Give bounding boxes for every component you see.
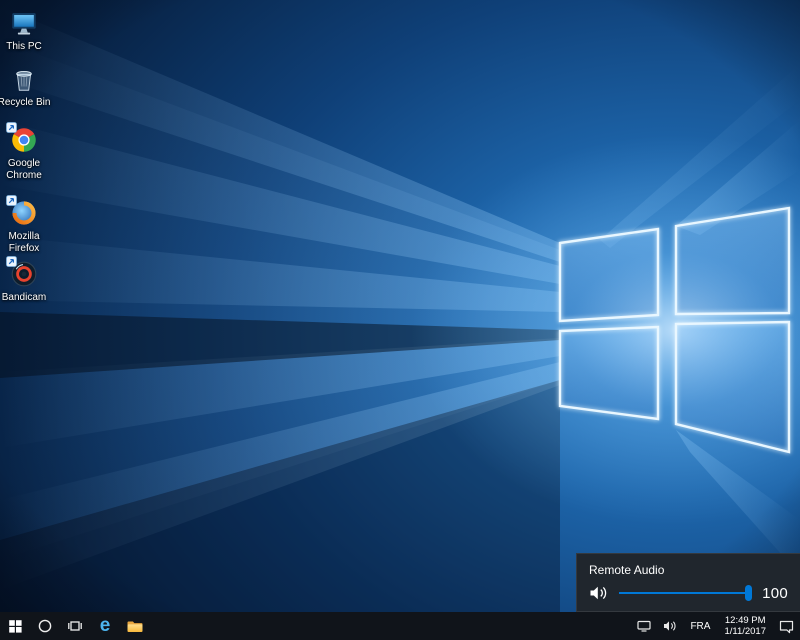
shortcut-arrow-icon <box>6 122 17 133</box>
network-tray-button[interactable] <box>631 612 657 640</box>
recycle-bin-icon <box>9 64 39 94</box>
volume-tray-button[interactable] <box>657 612 683 640</box>
icon-label: Bandicam <box>0 292 51 304</box>
language-indicator[interactable]: FRA <box>683 612 717 640</box>
system-tray: FRA 12:49 PM 1/11/2017 <box>631 612 800 640</box>
desktop-icon-recycle-bin[interactable]: Recycle Bin <box>0 64 51 109</box>
speaker-tray-icon <box>662 619 678 633</box>
icon-label: This PC <box>0 41 51 53</box>
file-explorer-button[interactable] <box>120 612 150 640</box>
mozilla-firefox-icon <box>9 198 39 228</box>
taskbar: e <box>0 612 800 640</box>
slider-track <box>619 592 748 594</box>
icon-label: Mozilla Firefox <box>0 231 51 254</box>
desktop-icon-bandicam[interactable]: Bandicam <box>0 258 51 304</box>
task-view-button[interactable] <box>60 612 90 640</box>
speaker-icon <box>588 583 610 603</box>
volume-value: 100 <box>760 585 788 602</box>
desktop-icon-this-pc[interactable]: This PC <box>0 8 51 53</box>
shortcut-arrow-icon <box>6 195 17 206</box>
clock-time: 12:49 PM <box>724 615 766 626</box>
action-center-icon <box>778 619 795 634</box>
start-button[interactable] <box>0 612 30 640</box>
windows-logo-icon <box>8 619 23 634</box>
task-view-icon <box>67 618 83 634</box>
desktop-icon-mozilla-firefox[interactable]: Mozilla Firefox <box>0 197 51 254</box>
volume-device-name: Remote Audio <box>577 554 800 577</box>
clock-date: 1/11/2017 <box>724 626 766 637</box>
edge-logo-icon: e <box>100 616 111 635</box>
slider-thumb[interactable] <box>745 585 752 601</box>
icon-label: Recycle Bin <box>0 97 51 109</box>
cortana-circle-icon <box>37 618 53 634</box>
windows-desktop: This PC Recycle Bin <box>0 0 800 640</box>
taskbar-empty-area <box>150 612 631 640</box>
mute-toggle-button[interactable] <box>587 582 611 604</box>
cortana-search-button[interactable] <box>30 612 60 640</box>
volume-slider[interactable] <box>619 583 752 603</box>
wallpaper-windows-hero[interactable] <box>0 0 800 612</box>
desktop-icon-google-chrome[interactable]: Google Chrome <box>0 124 51 181</box>
shortcut-arrow-icon <box>6 256 17 267</box>
this-pc-icon <box>9 8 39 38</box>
file-explorer-folder-icon <box>126 618 144 634</box>
slider-fill <box>619 592 748 594</box>
network-icon <box>636 619 652 633</box>
bandicam-icon <box>9 259 39 289</box>
google-chrome-icon <box>9 125 39 155</box>
volume-flyout: Remote Audio 100 <box>576 553 800 612</box>
icon-label: Google Chrome <box>0 158 51 181</box>
edge-button[interactable]: e <box>90 612 120 640</box>
action-center-button[interactable] <box>773 612 800 640</box>
taskbar-clock[interactable]: 12:49 PM 1/11/2017 <box>717 612 773 640</box>
